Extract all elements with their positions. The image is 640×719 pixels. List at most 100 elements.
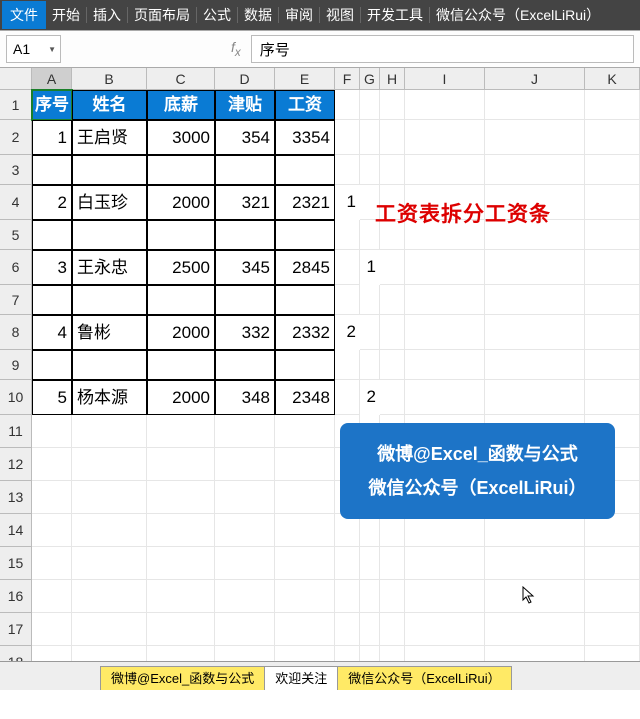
cell[interactable]: [147, 415, 215, 448]
column-header[interactable]: A: [32, 68, 72, 90]
menu-tab[interactable]: 开始: [46, 1, 86, 29]
row-header[interactable]: 6: [0, 250, 32, 285]
sheet-tab[interactable]: 微信公众号（ExcelLiRui）: [337, 666, 511, 690]
row-header[interactable]: 17: [0, 613, 32, 646]
cell[interactable]: [335, 90, 360, 120]
cell[interactable]: 杨本源: [72, 380, 147, 415]
row-header[interactable]: 2: [0, 120, 32, 155]
cell[interactable]: [147, 481, 215, 514]
cell[interactable]: 4: [32, 315, 72, 350]
cell[interactable]: [380, 315, 405, 350]
row-header[interactable]: 9: [0, 350, 32, 380]
cell[interactable]: [147, 220, 215, 250]
cell[interactable]: 2845: [275, 250, 335, 285]
cell[interactable]: [275, 547, 335, 580]
menu-tab[interactable]: 开发工具: [361, 1, 429, 29]
cell[interactable]: [585, 547, 640, 580]
cell[interactable]: [32, 155, 72, 185]
cell[interactable]: [405, 547, 485, 580]
cell[interactable]: [72, 415, 147, 448]
column-header[interactable]: F: [335, 68, 360, 90]
cell[interactable]: [275, 220, 335, 250]
cell[interactable]: [72, 285, 147, 315]
cell[interactable]: [72, 580, 147, 613]
cell[interactable]: [335, 350, 360, 380]
menu-file[interactable]: 文件: [2, 1, 46, 29]
cell[interactable]: [405, 250, 485, 285]
dropdown-icon[interactable]: ▼: [48, 45, 56, 54]
cell[interactable]: [72, 481, 147, 514]
cell[interactable]: [380, 250, 405, 285]
cell[interactable]: [215, 514, 275, 547]
formula-input[interactable]: 序号: [251, 35, 634, 63]
cell[interactable]: [275, 580, 335, 613]
cell[interactable]: [405, 350, 485, 380]
cell[interactable]: 王启贤: [72, 120, 147, 155]
row-header[interactable]: 10: [0, 380, 32, 415]
cell[interactable]: [147, 448, 215, 481]
cell[interactable]: 3354: [275, 120, 335, 155]
cell[interactable]: 白玉珍: [72, 185, 147, 220]
cell[interactable]: [72, 220, 147, 250]
cell[interactable]: [335, 547, 360, 580]
cell[interactable]: [32, 448, 72, 481]
cell[interactable]: [215, 547, 275, 580]
cell[interactable]: [215, 350, 275, 380]
cell[interactable]: [215, 481, 275, 514]
cell[interactable]: [32, 415, 72, 448]
cell[interactable]: [380, 285, 405, 315]
cell[interactable]: [147, 350, 215, 380]
cell[interactable]: [380, 90, 405, 120]
cell[interactable]: 2000: [147, 380, 215, 415]
column-header[interactable]: I: [405, 68, 485, 90]
cell[interactable]: [585, 613, 640, 646]
cell[interactable]: [360, 90, 380, 120]
cell[interactable]: 1: [360, 250, 380, 285]
cell[interactable]: [360, 315, 380, 350]
cell[interactable]: [585, 120, 640, 155]
column-header[interactable]: G: [360, 68, 380, 90]
row-header[interactable]: 3: [0, 155, 32, 185]
cell[interactable]: 2000: [147, 315, 215, 350]
cell[interactable]: [147, 613, 215, 646]
cell[interactable]: 底薪: [147, 90, 215, 120]
cell[interactable]: [380, 613, 405, 646]
cell[interactable]: [485, 547, 585, 580]
row-header[interactable]: 1: [0, 90, 32, 120]
cell[interactable]: [335, 155, 360, 185]
cell[interactable]: [147, 285, 215, 315]
cell[interactable]: 3: [32, 250, 72, 285]
cell[interactable]: 津贴: [215, 90, 275, 120]
cell[interactable]: [405, 315, 485, 350]
menu-tab[interactable]: 插入: [87, 1, 127, 29]
cell[interactable]: 2000: [147, 185, 215, 220]
row-header[interactable]: 5: [0, 220, 32, 250]
cell[interactable]: 序号: [32, 90, 72, 120]
cell[interactable]: [485, 90, 585, 120]
cell[interactable]: [215, 285, 275, 315]
cell[interactable]: [485, 350, 585, 380]
cell[interactable]: 5: [32, 380, 72, 415]
cell[interactable]: [380, 547, 405, 580]
cell[interactable]: [335, 220, 360, 250]
cell[interactable]: [485, 155, 585, 185]
cell[interactable]: [585, 285, 640, 315]
cell[interactable]: [405, 90, 485, 120]
cell[interactable]: 2332: [275, 315, 335, 350]
cell[interactable]: [147, 580, 215, 613]
cell[interactable]: [147, 514, 215, 547]
cell[interactable]: [335, 580, 360, 613]
cell[interactable]: [335, 613, 360, 646]
cell[interactable]: [215, 220, 275, 250]
cell[interactable]: [360, 155, 380, 185]
cell[interactable]: [380, 580, 405, 613]
cell[interactable]: [215, 613, 275, 646]
menu-tab[interactable]: 页面布局: [128, 1, 196, 29]
row-header[interactable]: 4: [0, 185, 32, 220]
column-header[interactable]: J: [485, 68, 585, 90]
menu-tab[interactable]: 审阅: [279, 1, 319, 29]
cell[interactable]: 354: [215, 120, 275, 155]
cell[interactable]: [360, 350, 380, 380]
cell[interactable]: [405, 613, 485, 646]
cell[interactable]: [335, 380, 360, 415]
